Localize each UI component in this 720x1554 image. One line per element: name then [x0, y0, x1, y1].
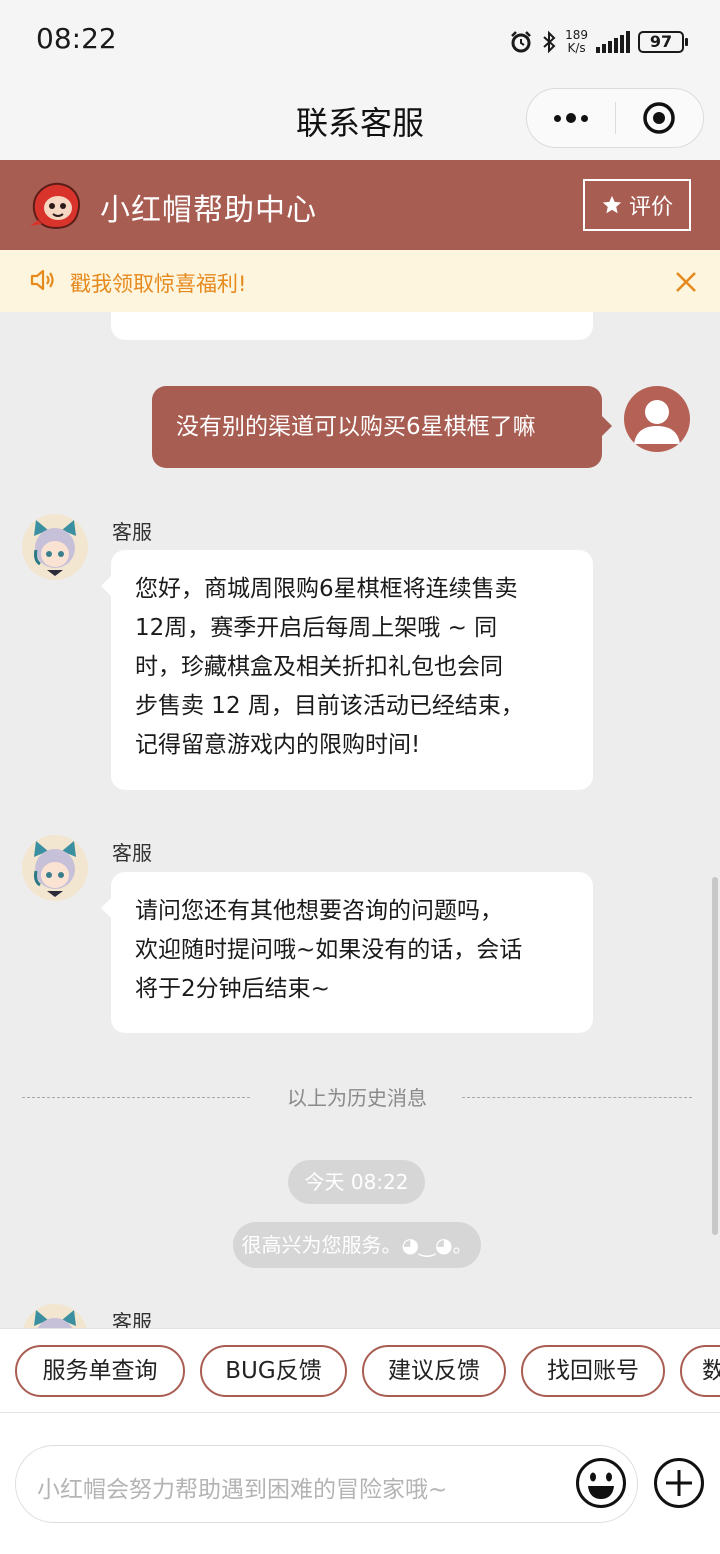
- close-target-icon[interactable]: [616, 89, 704, 147]
- plus-icon[interactable]: [653, 1457, 705, 1509]
- quick-reply-service-order[interactable]: 服务单查询: [15, 1345, 185, 1397]
- agent-avatar[interactable]: [22, 514, 88, 580]
- status-bar: 08:22 189 K/s 97: [0, 0, 720, 82]
- signal-icon: [596, 31, 630, 53]
- net-speed-unit: K/s: [567, 41, 586, 55]
- quick-reply-bar[interactable]: 服务单查询 BUG反馈 建议反馈 找回账号 数: [0, 1328, 720, 1412]
- alarm-icon: [511, 31, 531, 53]
- message-line: 您好，商城周限购6星棋框将连续售卖: [135, 576, 518, 602]
- previous-message-bubble: [111, 312, 593, 340]
- agent-name: 客服: [112, 841, 152, 865]
- title-bar: 联系客服: [0, 82, 720, 160]
- notice-banner[interactable]: 戳我领取惊喜福利!: [0, 250, 720, 312]
- agent-message-bubble: 请问您还有其他想要咨询的问题吗， 欢迎随时提问哦~如果没有的话，会话 将于2分钟…: [101, 872, 593, 1033]
- rate-label: 评价: [628, 195, 673, 220]
- message-line: 欢迎随时提问哦~如果没有的话，会话: [135, 937, 523, 963]
- brand-header: 小红帽帮助中心 评价: [0, 160, 720, 250]
- agent-name: 客服: [112, 1310, 152, 1328]
- greeting-label: 很高兴为您服务。◕‿◕。: [233, 1222, 481, 1268]
- brand-title: 小红帽帮助中心: [100, 193, 317, 228]
- notice-text: 戳我领取惊喜福利!: [70, 272, 247, 296]
- battery-icon: 97: [638, 31, 688, 53]
- history-divider: 以上为历史消息: [22, 1082, 692, 1112]
- message-line: 时，珍藏棋盒及相关折扣礼包也会同: [135, 654, 503, 680]
- quick-reply-suggestion[interactable]: 建议反馈: [362, 1345, 506, 1397]
- user-message-bubble: 没有别的渠道可以购买6星棋框了嘛: [152, 386, 612, 468]
- time-label: 今天 08:22: [288, 1160, 425, 1204]
- red-hood-logo-icon: [30, 182, 80, 230]
- mini-program-capsule: [526, 88, 704, 148]
- star-icon: [602, 195, 622, 214]
- message-line: 请问您还有其他想要咨询的问题吗，: [135, 898, 503, 924]
- notice-close-icon[interactable]: [674, 270, 698, 294]
- message-input[interactable]: 小红帽会努力帮助遇到困难的冒险家哦~: [15, 1445, 638, 1523]
- quick-reply-bug-feedback[interactable]: BUG反馈: [200, 1345, 347, 1397]
- agent-avatar[interactable]: [22, 835, 88, 901]
- status-time: 08:22: [36, 22, 117, 55]
- message-line: 12周，赛季开启后每周上架哦 ~ 同: [135, 615, 498, 641]
- message-input-placeholder: 小红帽会努力帮助遇到困难的冒险家哦~: [37, 1477, 448, 1503]
- battery-level: 97: [649, 32, 673, 51]
- user-avatar[interactable]: [624, 386, 690, 452]
- speaker-icon: [30, 269, 54, 291]
- message-line: 步售卖 12 周，目前该活动已经结束，: [135, 693, 524, 719]
- chat-scrollbar[interactable]: [712, 877, 718, 1235]
- chat-area[interactable]: 没有别的渠道可以购买6星棋框了嘛 客服 您好，商城周限购6星棋框将连续售卖 12…: [0, 312, 720, 1328]
- agent-message-bubble: 您好，商城周限购6星棋框将连续售卖 12周，赛季开启后每周上架哦 ~ 同 时，珍…: [101, 550, 593, 790]
- net-speed: 189 K/s: [565, 29, 588, 55]
- rate-button[interactable]: 评价: [583, 179, 691, 231]
- emoji-icon[interactable]: [575, 1457, 627, 1509]
- bluetooth-icon: [543, 30, 556, 54]
- agent-name: 客服: [112, 520, 152, 544]
- quick-reply-more[interactable]: 数: [680, 1345, 720, 1397]
- more-icon[interactable]: [527, 89, 615, 147]
- message-line: 将于2分钟后结束~: [135, 976, 330, 1002]
- agent-avatar[interactable]: [22, 1304, 88, 1328]
- message-line: 记得留意游戏内的限购时间!: [135, 732, 421, 758]
- quick-reply-recover-account[interactable]: 找回账号: [521, 1345, 665, 1397]
- status-icons: 189 K/s 97: [509, 26, 688, 58]
- input-bar: 小红帽会努力帮助遇到困难的冒险家哦~: [0, 1412, 720, 1554]
